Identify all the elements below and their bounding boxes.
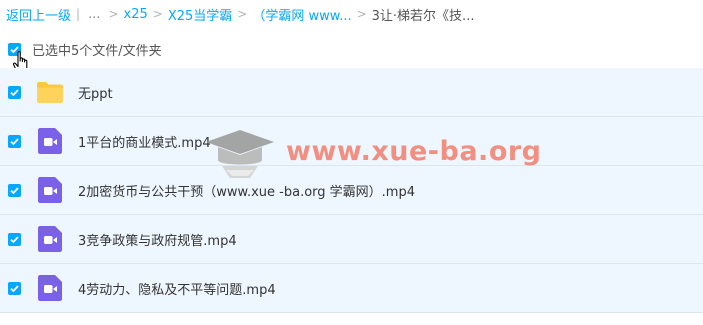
chevron-right-icon: >	[152, 7, 163, 21]
chevron-right-icon: >	[237, 7, 248, 21]
row-checkbox[interactable]	[8, 134, 21, 148]
breadcrumb-bar-separator: |	[76, 7, 81, 21]
checkmark-icon	[10, 235, 19, 243]
row-checkbox[interactable]	[8, 232, 21, 246]
checkmark-icon	[10, 137, 19, 145]
row-checkbox[interactable]	[8, 183, 21, 197]
breadcrumb: 返回上一级 | ... > x25 > X25当学霸 > （学霸网 www...…	[6, 3, 703, 25]
selection-count-label: 已选中5个文件/文件夹	[32, 43, 162, 59]
checkmark-icon	[10, 186, 19, 194]
row-checkbox[interactable]	[8, 85, 21, 99]
back-link[interactable]: 返回上一级	[6, 5, 71, 24]
file-name[interactable]: 3竞争政策与政府规管.mp4	[78, 230, 237, 249]
chevron-right-icon: >	[108, 7, 119, 21]
file-row-video[interactable]: 2加密货币与公共干预（www.xue -ba.org 学霸网）.mp4	[0, 166, 703, 215]
file-name[interactable]: 4劳动力、隐私及不平等问题.mp4	[78, 279, 276, 298]
file-name[interactable]: 1平台的商业模式.mp4	[78, 132, 211, 151]
breadcrumb-item-xueba-site[interactable]: （学霸网 www...	[252, 5, 351, 24]
video-file-icon	[36, 176, 64, 204]
checkmark-icon	[10, 284, 19, 292]
file-row-video[interactable]: 4劳动力、隐私及不平等问题.mp4	[0, 264, 703, 313]
video-file-icon	[36, 127, 64, 155]
breadcrumb-item-current: 3让·梯若尔《技...	[371, 8, 475, 24]
file-name[interactable]: 2加密货币与公共干预（www.xue -ba.org 学霸网）.mp4	[78, 181, 415, 200]
breadcrumb-item-x25-xueba[interactable]: X25当学霸	[168, 5, 232, 24]
chevron-right-icon: >	[356, 7, 367, 21]
file-row-video[interactable]: 3竞争政策与政府规管.mp4	[0, 215, 703, 264]
breadcrumb-ellipsis[interactable]: ...	[88, 7, 100, 22]
breadcrumb-item-x25[interactable]: x25	[124, 7, 148, 22]
video-file-icon	[36, 274, 64, 302]
file-list: 无ppt 1平台的商业模式.mp4 2加密货币与公共干预（www.xue -ba…	[0, 68, 703, 313]
video-file-icon	[36, 225, 64, 253]
folder-icon	[36, 78, 64, 106]
checkmark-icon	[10, 88, 19, 96]
row-checkbox[interactable]	[8, 281, 21, 295]
file-row-video[interactable]: 1平台的商业模式.mp4	[0, 117, 703, 166]
file-name[interactable]: 无ppt	[78, 83, 113, 102]
selection-bar: 已选中5个文件/文件夹	[0, 37, 703, 61]
file-row-folder[interactable]: 无ppt	[0, 68, 703, 117]
